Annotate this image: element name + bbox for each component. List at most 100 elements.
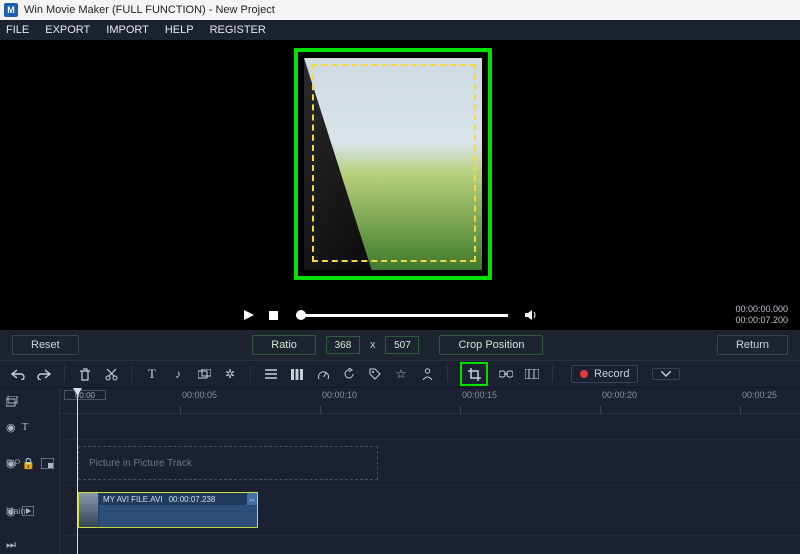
- zoom-indicator[interactable]: 00:00: [64, 390, 106, 400]
- play-button[interactable]: [242, 308, 256, 322]
- seek-bar[interactable]: [296, 314, 508, 317]
- volume-button[interactable]: [524, 308, 538, 322]
- chevron-down-icon: [661, 371, 671, 377]
- ruler-tick: 00:00:05: [182, 390, 217, 400]
- crop-tools-highlight: [460, 362, 488, 386]
- crop-button[interactable]: [466, 366, 482, 382]
- edit-toolbar: T ♪ ✲ ☆ Record: [0, 360, 800, 388]
- time-ruler[interactable]: 00:00 00:00:05 00:00:10 00:00:15 00:00:2…: [60, 388, 800, 414]
- timeline-panel: ◉ T ◉ 🔒 ◉ ⏭ 00:00 00:00:05 00:00:10 00:0…: [0, 388, 800, 554]
- return-button[interactable]: Return: [717, 335, 788, 355]
- record-dot-icon: [580, 370, 588, 378]
- menu-file[interactable]: FILE: [6, 24, 29, 36]
- track-header-tools: [0, 388, 59, 414]
- overlay-icon: [198, 369, 211, 380]
- redo-button[interactable]: [36, 366, 52, 382]
- ruler-tick: 00:00:25: [742, 390, 777, 400]
- clip-duration: 00:00:07.238: [169, 495, 216, 504]
- overlay-button[interactable]: [196, 366, 212, 382]
- layers-button[interactable]: [6, 396, 19, 407]
- person-button[interactable]: [419, 366, 435, 382]
- speed-button[interactable]: [315, 366, 331, 382]
- columns-icon: [291, 369, 303, 380]
- text-track[interactable]: [60, 414, 800, 440]
- track-header-text: ◉ T: [0, 414, 59, 440]
- pip-track-label: PIP: [0, 458, 60, 468]
- text-track-icon: T: [22, 421, 29, 433]
- record-menu-button[interactable]: [652, 368, 680, 380]
- rotate-button[interactable]: [341, 366, 357, 382]
- delete-button[interactable]: [77, 366, 93, 382]
- main-menu: FILE EXPORT IMPORT HELP REGISTER: [0, 20, 800, 40]
- play-icon: [244, 310, 254, 320]
- filmstrip-button[interactable]: [524, 366, 540, 382]
- crop-height-input[interactable]: [385, 336, 419, 354]
- list-button[interactable]: [263, 366, 279, 382]
- trash-icon: [79, 368, 91, 381]
- star-button[interactable]: ☆: [393, 366, 409, 382]
- record-button[interactable]: Record: [571, 365, 638, 383]
- tag-icon: [369, 368, 381, 380]
- app-logo-icon: M: [4, 3, 18, 17]
- clip-filename: MY AVI FILE.AVI: [103, 495, 163, 504]
- scissors-icon: [105, 368, 118, 381]
- tag-button[interactable]: [367, 366, 383, 382]
- pip-track[interactable]: PIP Picture in Picture Track: [60, 440, 800, 486]
- seek-knob[interactable]: [296, 310, 306, 320]
- music-button[interactable]: ♪: [170, 366, 186, 382]
- time-display: 00:00:00.000 00:00:07.200: [718, 304, 788, 326]
- time-current: 00:00:00.000: [718, 304, 788, 315]
- track-header-end: ⏭: [0, 536, 59, 554]
- effects-button[interactable]: ✲: [222, 366, 238, 382]
- record-label: Record: [594, 368, 629, 380]
- window-title: Win Movie Maker (FULL FUNCTION) - New Pr…: [24, 4, 275, 16]
- clip-thumbnail: [79, 493, 99, 527]
- playback-bar: 00:00:00.000 00:00:07.200: [0, 300, 800, 330]
- crop-position-button[interactable]: Crop Position: [439, 335, 543, 355]
- person-icon: [422, 368, 433, 380]
- window-titlebar: M Win Movie Maker (FULL FUNCTION) - New …: [0, 0, 800, 20]
- columns-button[interactable]: [289, 366, 305, 382]
- cut-button[interactable]: [103, 366, 119, 382]
- speedometer-icon: [317, 368, 330, 380]
- stop-icon: [269, 311, 278, 320]
- crop-controls: Reset Ratio x Crop Position Return: [0, 330, 800, 360]
- crop-icon: [468, 368, 481, 381]
- undo-icon: [11, 368, 25, 380]
- clip-resize-handle[interactable]: ⇔: [247, 493, 257, 505]
- ruler-tick: 00:00:15: [462, 390, 497, 400]
- crop-width-input[interactable]: [326, 336, 360, 354]
- text-button[interactable]: T: [144, 366, 160, 382]
- ruler-tick: 00:00:10: [322, 390, 357, 400]
- menu-export[interactable]: EXPORT: [45, 24, 90, 36]
- link-icon: [499, 369, 513, 379]
- main-track[interactable]: Main MY AVI FILE.AVI 00:00:07.238 ⇔: [60, 486, 800, 536]
- ratio-button[interactable]: Ratio: [252, 335, 316, 355]
- rotate-icon: [343, 368, 355, 380]
- crop-x-label: x: [370, 339, 376, 351]
- redo-icon: [37, 368, 51, 380]
- volume-icon: [525, 310, 537, 320]
- preview-video-frame[interactable]: [304, 58, 482, 270]
- preview-panel: [0, 40, 800, 300]
- stop-button[interactable]: [266, 308, 280, 322]
- time-total: 00:00:07.200: [718, 315, 788, 326]
- menu-import[interactable]: IMPORT: [106, 24, 149, 36]
- track-headers: ◉ T ◉ 🔒 ◉ ⏭: [0, 388, 60, 554]
- tracks-area[interactable]: 00:00 00:00:05 00:00:10 00:00:15 00:00:2…: [60, 388, 800, 554]
- link-button[interactable]: [498, 366, 514, 382]
- menu-help[interactable]: HELP: [165, 24, 194, 36]
- skip-end-icon[interactable]: ⏭: [6, 539, 16, 552]
- preview-highlight: [294, 48, 492, 280]
- layers-icon: [6, 396, 19, 407]
- playhead[interactable]: [77, 388, 78, 554]
- reset-button[interactable]: Reset: [12, 335, 79, 355]
- pip-placeholder[interactable]: Picture in Picture Track: [78, 446, 378, 480]
- eye-icon[interactable]: ◉: [6, 421, 16, 434]
- undo-button[interactable]: [10, 366, 26, 382]
- list-icon: [265, 369, 277, 379]
- main-track-label: Main: [0, 506, 60, 516]
- menu-register[interactable]: REGISTER: [210, 24, 266, 36]
- filmstrip-icon: [525, 369, 539, 379]
- video-clip[interactable]: MY AVI FILE.AVI 00:00:07.238 ⇔: [78, 492, 258, 528]
